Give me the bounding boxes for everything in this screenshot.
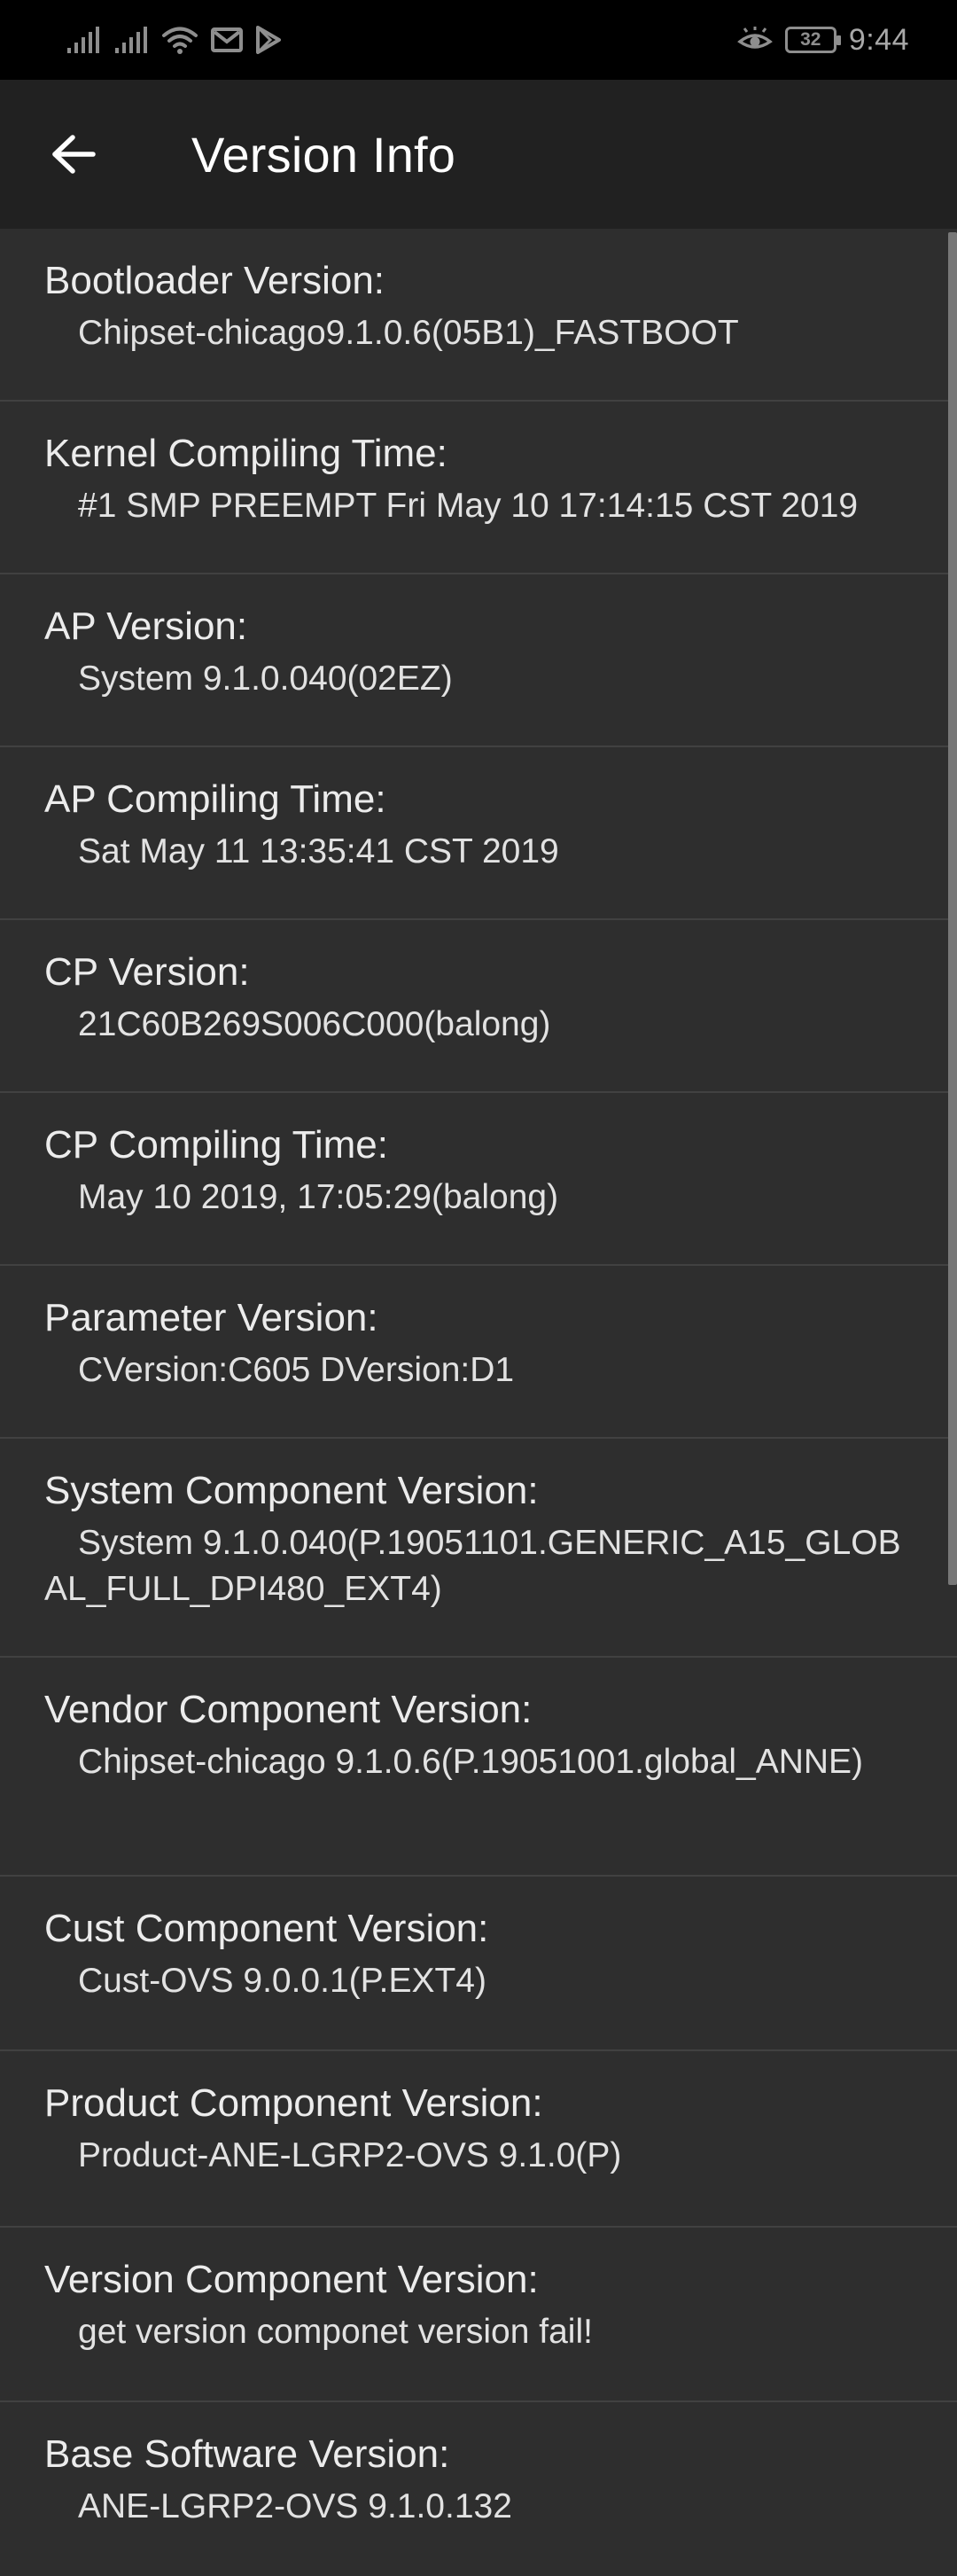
item-value: #1 SMP PREEMPT Fri May 10 17:14:15 CST 2… [78, 487, 859, 525]
item-value: Product-ANE-LGRP2-OVS 9.1.0(P) [78, 2136, 622, 2174]
item-label: Vendor Component Version: [44, 1688, 533, 1731]
item-value: CVersion:C605 DVersion:D1 [78, 1351, 515, 1389]
battery-icon: 32 [784, 27, 841, 53]
list-item: Version Component Version: get version c… [0, 2228, 957, 2402]
status-icons-left [66, 21, 282, 59]
item-value: Chipset-chicago9.1.0.6(05B1)_FASTBOOT [78, 314, 739, 352]
item-label: Kernel Compiling Time: [44, 432, 447, 475]
list-item: CP Compiling Time: May 10 2019, 17:05:29… [0, 1093, 957, 1266]
list-item: AP Version: System 9.1.0.040(02EZ) [0, 574, 957, 747]
item-label: CP Version: [44, 950, 250, 994]
item-value: Cust-OVS 9.0.0.1(P.EXT4) [78, 1962, 486, 2000]
list-item: Product Component Version: Product-ANE-L… [0, 2051, 957, 2228]
list-item: Bootloader Version: Chipset-chicago9.1.0… [0, 229, 957, 402]
gmail-icon [211, 27, 243, 52]
item-label: Parameter Version: [44, 1296, 378, 1339]
item-label: AP Compiling Time: [44, 777, 386, 821]
item-value: ANE-LGRP2-OVS 9.1.0.132 [78, 2487, 512, 2525]
item-label: Bootloader Version: [44, 259, 385, 302]
signal-icon [115, 27, 147, 53]
status-time: 9:44 [848, 22, 909, 57]
play-store-icon [256, 26, 281, 54]
item-label: Product Component Version: [44, 2081, 543, 2125]
version-info-list-container[interactable]: Bootloader Version: Chipset-chicago9.1.0… [0, 229, 957, 2576]
list-item: Vendor Component Version: Chipset-chicag… [0, 1658, 957, 1877]
status-bar: 32 9:44 [0, 0, 957, 80]
item-label: Base Software Version: [44, 2432, 450, 2476]
list-item: Parameter Version: CVersion:C605 DVersio… [0, 1266, 957, 1439]
version-info-list: Bootloader Version: Chipset-chicago9.1.0… [0, 229, 957, 2575]
list-item: Kernel Compiling Time: #1 SMP PREEMPT Fr… [0, 402, 957, 574]
item-value: System 9.1.0.040(P.19051101.GENERIC_A15_… [44, 1524, 901, 1608]
item-value: 21C60B269S006C000(balong) [78, 1005, 551, 1043]
item-label: Cust Component Version: [44, 1907, 489, 1950]
item-label: CP Compiling Time: [44, 1123, 388, 1167]
item-value: System 9.1.0.040(02EZ) [78, 660, 453, 698]
status-icons-right: 32 9:44 [736, 20, 909, 60]
item-value: May 10 2019, 17:05:29(balong) [78, 1178, 559, 1216]
signal-icon [67, 27, 99, 53]
list-item: CP Version: 21C60B269S006C000(balong) [0, 920, 957, 1093]
item-value: Sat May 11 13:35:41 CST 2019 [78, 832, 559, 870]
item-label: System Component Version: [44, 1469, 539, 1512]
wifi-icon [162, 27, 198, 54]
scrollbar[interactable] [948, 232, 957, 1585]
item-value: get version componet version fail! [78, 2313, 593, 2351]
app-bar: Version Info [0, 80, 957, 229]
list-item: System Component Version: System 9.1.0.0… [0, 1439, 957, 1658]
list-item: Cust Component Version: Cust-OVS 9.0.0.1… [0, 1877, 957, 2051]
eye-comfort-icon [736, 27, 773, 49]
item-label: Version Component Version: [44, 2258, 539, 2301]
arrow-left-icon [52, 135, 96, 174]
page-title: Version Info [191, 127, 456, 183]
item-value: Chipset-chicago 9.1.0.6(P.19051001.globa… [78, 1743, 864, 1781]
back-button[interactable] [35, 121, 112, 188]
list-item: AP Compiling Time: Sat May 11 13:35:41 C… [0, 747, 957, 920]
item-label: AP Version: [44, 605, 248, 648]
list-item: Base Software Version: ANE-LGRP2-OVS 9.1… [0, 2402, 957, 2575]
